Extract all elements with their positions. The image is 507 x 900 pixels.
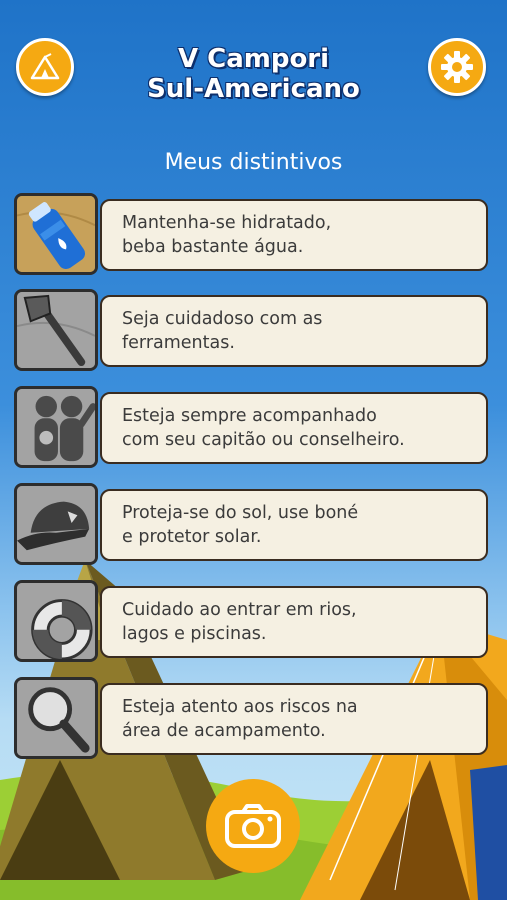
- app-title-line-1: V Campori: [177, 44, 330, 74]
- badge-card: Esteja sempre acompanhado com seu capitã…: [100, 392, 488, 464]
- badge-card: Proteja-se do sol, use boné e protetor s…: [100, 489, 488, 561]
- tent-button[interactable]: [16, 38, 74, 96]
- gear-icon: [441, 51, 473, 83]
- badge-item-tools[interactable]: Seja cuidadoso com as ferramentas.: [14, 289, 488, 371]
- badge-item-hydration[interactable]: Mantenha-se hidratado, beba bastante águ…: [14, 193, 488, 275]
- badge-text: Seja cuidadoso com as ferramentas.: [122, 309, 323, 353]
- badge-item-camp-risks[interactable]: Esteja atento aos riscos na área de acam…: [14, 677, 488, 759]
- badge-text: Esteja atento aos riscos na área de acam…: [122, 697, 358, 741]
- page-title: Meus distintivos: [164, 150, 343, 175]
- water-bottle-icon: [14, 193, 98, 275]
- badge-text: Esteja sempre acompanhado com seu capitã…: [122, 406, 405, 450]
- badge-card: Seja cuidadoso com as ferramentas.: [100, 295, 488, 367]
- app-title-line-2: Sul-Americano: [147, 74, 360, 104]
- badge-text: Mantenha-se hidratado, beba bastante águ…: [122, 213, 332, 257]
- cap-icon: [14, 483, 98, 565]
- camera-button[interactable]: [206, 779, 300, 873]
- lifebuoy-icon: [14, 580, 98, 662]
- badge-card: Esteja atento aos riscos na área de acam…: [100, 683, 488, 755]
- badge-item-water-safety[interactable]: Cuidado ao entrar em rios, lagos e pisci…: [14, 580, 488, 662]
- app-title: V Campori Sul-Americano: [90, 44, 417, 104]
- camera-icon: [225, 804, 281, 848]
- people-icon: [14, 386, 98, 468]
- badge-item-companion[interactable]: Esteja sempre acompanhado com seu capitã…: [14, 386, 488, 468]
- badge-card: Cuidado ao entrar em rios, lagos e pisci…: [100, 586, 488, 658]
- badge-text: Proteja-se do sol, use boné e protetor s…: [122, 503, 359, 547]
- axe-icon: [14, 289, 98, 371]
- badge-text: Cuidado ao entrar em rios, lagos e pisci…: [122, 600, 357, 644]
- magnifier-icon: [14, 677, 98, 759]
- badge-card: Mantenha-se hidratado, beba bastante águ…: [100, 199, 488, 271]
- badge-item-sun[interactable]: Proteja-se do sol, use boné e protetor s…: [14, 483, 488, 565]
- tent-icon: [30, 53, 60, 80]
- settings-button[interactable]: [428, 38, 486, 96]
